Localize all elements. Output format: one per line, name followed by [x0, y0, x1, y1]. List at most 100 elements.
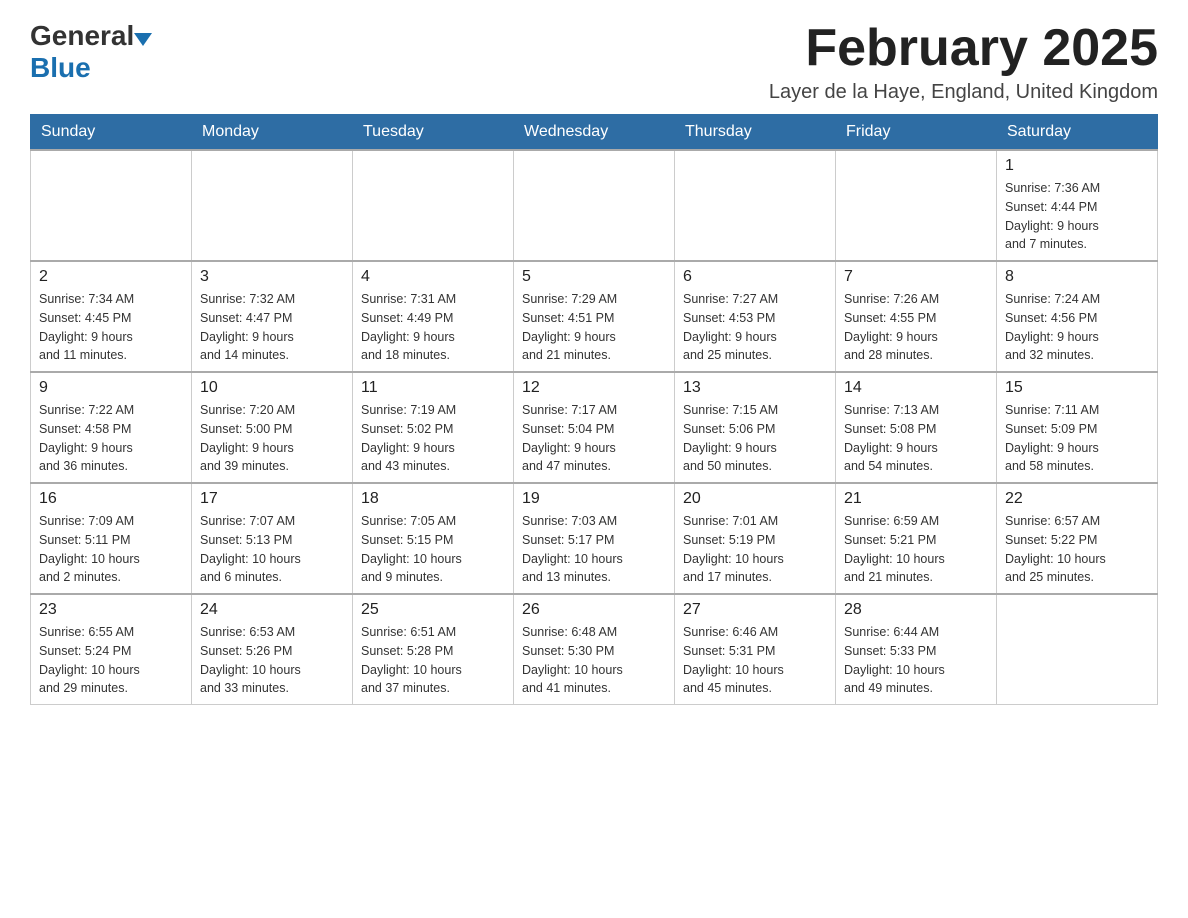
day-info: Sunrise: 7:27 AMSunset: 4:53 PMDaylight:…	[683, 290, 827, 365]
day-info: Sunrise: 6:44 AMSunset: 5:33 PMDaylight:…	[844, 623, 988, 698]
calendar-cell	[31, 150, 192, 261]
day-info: Sunrise: 6:55 AMSunset: 5:24 PMDaylight:…	[39, 623, 183, 698]
logo-arrow-icon	[134, 33, 152, 46]
day-info: Sunrise: 7:29 AMSunset: 4:51 PMDaylight:…	[522, 290, 666, 365]
day-number: 26	[522, 601, 666, 619]
calendar-cell: 19 Sunrise: 7:03 AMSunset: 5:17 PMDayligh…	[514, 483, 675, 594]
calendar-cell	[836, 150, 997, 261]
day-number: 27	[683, 601, 827, 619]
day-number: 4	[361, 268, 505, 286]
day-number: 22	[1005, 490, 1149, 508]
calendar-header-friday: Friday	[836, 115, 997, 151]
day-info: Sunrise: 7:01 AMSunset: 5:19 PMDaylight:…	[683, 512, 827, 587]
calendar-header-saturday: Saturday	[997, 115, 1158, 151]
page-subtitle: Layer de la Haye, England, United Kingdo…	[769, 81, 1158, 104]
day-info: Sunrise: 7:20 AMSunset: 5:00 PMDaylight:…	[200, 401, 344, 476]
calendar-cell: 2 Sunrise: 7:34 AMSunset: 4:45 PMDaylight…	[31, 261, 192, 372]
day-info: Sunrise: 6:48 AMSunset: 5:30 PMDaylight:…	[522, 623, 666, 698]
day-number: 2	[39, 268, 183, 286]
day-number: 11	[361, 379, 505, 397]
day-info: Sunrise: 7:05 AMSunset: 5:15 PMDaylight:…	[361, 512, 505, 587]
day-info: Sunrise: 7:19 AMSunset: 5:02 PMDaylight:…	[361, 401, 505, 476]
day-number: 14	[844, 379, 988, 397]
calendar-cell: 21Sunrise: 6:59 AMSunset: 5:21 PMDayligh…	[836, 483, 997, 594]
calendar-cell: 12 Sunrise: 7:17 AMSunset: 5:04 PMDayligh…	[514, 372, 675, 483]
calendar-header-wednesday: Wednesday	[514, 115, 675, 151]
day-number: 18	[361, 490, 505, 508]
calendar-cell: 18 Sunrise: 7:05 AMSunset: 5:15 PMDayligh…	[353, 483, 514, 594]
calendar-cell: 6 Sunrise: 7:27 AMSunset: 4:53 PMDaylight…	[675, 261, 836, 372]
calendar-cell: 7 Sunrise: 7:26 AMSunset: 4:55 PMDaylight…	[836, 261, 997, 372]
calendar-cell	[514, 150, 675, 261]
calendar-cell	[192, 150, 353, 261]
day-number: 28	[844, 601, 988, 619]
page-title: February 2025	[769, 20, 1158, 77]
calendar-week-row: 23 Sunrise: 6:55 AMSunset: 5:24 PMDayligh…	[31, 594, 1158, 705]
day-number: 12	[522, 379, 666, 397]
day-number: 17	[200, 490, 344, 508]
day-number: 10	[200, 379, 344, 397]
calendar-table: SundayMondayTuesdayWednesdayThursdayFrid…	[30, 114, 1158, 705]
day-info: Sunrise: 7:36 AMSunset: 4:44 PMDaylight:…	[1005, 179, 1149, 254]
day-info: Sunrise: 7:22 AMSunset: 4:58 PMDaylight:…	[39, 401, 183, 476]
calendar-cell	[675, 150, 836, 261]
day-info: Sunrise: 6:46 AMSunset: 5:31 PMDaylight:…	[683, 623, 827, 698]
day-info: Sunrise: 7:26 AMSunset: 4:55 PMDaylight:…	[844, 290, 988, 365]
calendar-cell: 11 Sunrise: 7:19 AMSunset: 5:02 PMDayligh…	[353, 372, 514, 483]
calendar-header-row: SundayMondayTuesdayWednesdayThursdayFrid…	[31, 115, 1158, 151]
day-info: Sunrise: 7:03 AMSunset: 5:17 PMDaylight:…	[522, 512, 666, 587]
calendar-cell: 28 Sunrise: 6:44 AMSunset: 5:33 PMDayligh…	[836, 594, 997, 705]
calendar-cell: 14 Sunrise: 7:13 AMSunset: 5:08 PMDayligh…	[836, 372, 997, 483]
calendar-cell: 5Sunrise: 7:29 AMSunset: 4:51 PMDaylight…	[514, 261, 675, 372]
calendar-week-row: 1 Sunrise: 7:36 AMSunset: 4:44 PMDaylight…	[31, 150, 1158, 261]
calendar-cell: 26 Sunrise: 6:48 AMSunset: 5:30 PMDayligh…	[514, 594, 675, 705]
calendar-cell: 9 Sunrise: 7:22 AMSunset: 4:58 PMDaylight…	[31, 372, 192, 483]
calendar-week-row: 16Sunrise: 7:09 AMSunset: 5:11 PMDayligh…	[31, 483, 1158, 594]
day-number: 9	[39, 379, 183, 397]
calendar-cell: 10 Sunrise: 7:20 AMSunset: 5:00 PMDayligh…	[192, 372, 353, 483]
calendar-header-sunday: Sunday	[31, 115, 192, 151]
calendar-week-row: 2 Sunrise: 7:34 AMSunset: 4:45 PMDaylight…	[31, 261, 1158, 372]
calendar-header-monday: Monday	[192, 115, 353, 151]
day-number: 19	[522, 490, 666, 508]
calendar-cell: 20Sunrise: 7:01 AMSunset: 5:19 PMDayligh…	[675, 483, 836, 594]
day-info: Sunrise: 7:07 AMSunset: 5:13 PMDaylight:…	[200, 512, 344, 587]
day-number: 24	[200, 601, 344, 619]
calendar-cell: 25Sunrise: 6:51 AMSunset: 5:28 PMDayligh…	[353, 594, 514, 705]
day-info: Sunrise: 7:31 AMSunset: 4:49 PMDaylight:…	[361, 290, 505, 365]
day-number: 13	[683, 379, 827, 397]
logo-blue-text: Blue	[30, 52, 91, 84]
calendar-cell	[353, 150, 514, 261]
calendar-cell: 16Sunrise: 7:09 AMSunset: 5:11 PMDayligh…	[31, 483, 192, 594]
day-number: 1	[1005, 157, 1149, 175]
day-number: 23	[39, 601, 183, 619]
calendar-cell: 27 Sunrise: 6:46 AMSunset: 5:31 PMDayligh…	[675, 594, 836, 705]
day-info: Sunrise: 7:32 AMSunset: 4:47 PMDaylight:…	[200, 290, 344, 365]
title-block: February 2025 Layer de la Haye, England,…	[769, 20, 1158, 104]
calendar-header-thursday: Thursday	[675, 115, 836, 151]
logo-general-text: General	[30, 20, 134, 52]
day-number: 7	[844, 268, 988, 286]
day-info: Sunrise: 7:34 AMSunset: 4:45 PMDaylight:…	[39, 290, 183, 365]
day-info: Sunrise: 7:09 AMSunset: 5:11 PMDaylight:…	[39, 512, 183, 587]
calendar-cell: 3Sunrise: 7:32 AMSunset: 4:47 PMDaylight…	[192, 261, 353, 372]
calendar-cell: 15Sunrise: 7:11 AMSunset: 5:09 PMDayligh…	[997, 372, 1158, 483]
calendar-cell: 17 Sunrise: 7:07 AMSunset: 5:13 PMDayligh…	[192, 483, 353, 594]
calendar-cell: 13Sunrise: 7:15 AMSunset: 5:06 PMDayligh…	[675, 372, 836, 483]
calendar-header-tuesday: Tuesday	[353, 115, 514, 151]
day-info: Sunrise: 7:17 AMSunset: 5:04 PMDaylight:…	[522, 401, 666, 476]
day-number: 15	[1005, 379, 1149, 397]
day-info: Sunrise: 7:13 AMSunset: 5:08 PMDaylight:…	[844, 401, 988, 476]
day-info: Sunrise: 6:57 AMSunset: 5:22 PMDaylight:…	[1005, 512, 1149, 587]
day-number: 6	[683, 268, 827, 286]
calendar-cell	[997, 594, 1158, 705]
calendar-cell: 23 Sunrise: 6:55 AMSunset: 5:24 PMDayligh…	[31, 594, 192, 705]
calendar-cell: 24Sunrise: 6:53 AMSunset: 5:26 PMDayligh…	[192, 594, 353, 705]
calendar-cell: 22 Sunrise: 6:57 AMSunset: 5:22 PMDayligh…	[997, 483, 1158, 594]
day-number: 8	[1005, 268, 1149, 286]
calendar-cell: 4 Sunrise: 7:31 AMSunset: 4:49 PMDaylight…	[353, 261, 514, 372]
day-number: 25	[361, 601, 505, 619]
calendar-cell: 8 Sunrise: 7:24 AMSunset: 4:56 PMDaylight…	[997, 261, 1158, 372]
day-info: Sunrise: 7:24 AMSunset: 4:56 PMDaylight:…	[1005, 290, 1149, 365]
logo: General Blue	[30, 20, 152, 84]
